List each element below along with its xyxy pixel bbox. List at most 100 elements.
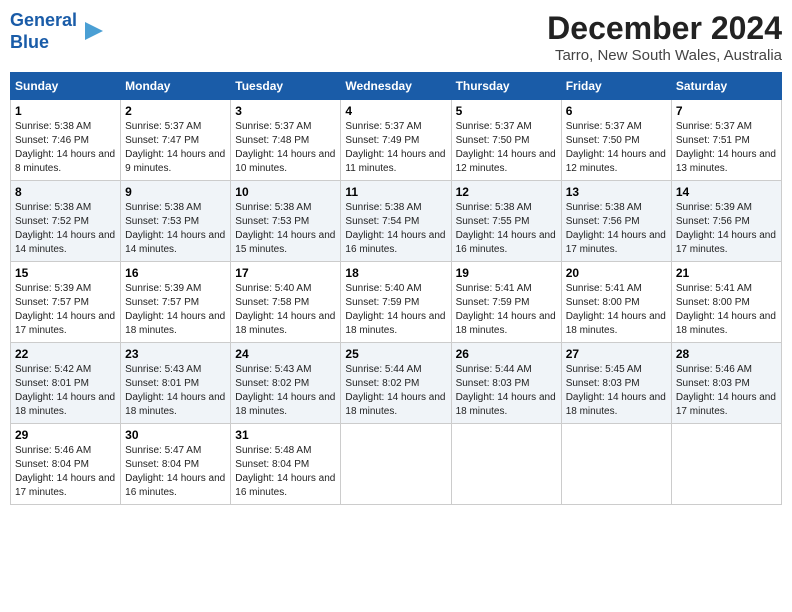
day-number: 22 — [15, 347, 116, 361]
calendar-week-row: 22 Sunrise: 5:42 AMSunset: 8:01 PMDayligh… — [11, 343, 782, 424]
day-number: 30 — [125, 428, 226, 442]
day-number: 11 — [345, 185, 446, 199]
day-number: 21 — [676, 266, 777, 280]
day-info: Sunrise: 5:38 AMSunset: 7:53 PMDaylight:… — [125, 201, 226, 257]
day-info: Sunrise: 5:37 AMSunset: 7:49 PMDaylight:… — [345, 120, 446, 176]
table-row: 18 Sunrise: 5:40 AMSunset: 7:59 PMDayligh… — [341, 262, 451, 343]
logo: GeneralBlue — [10, 10, 105, 53]
day-number: 12 — [456, 185, 557, 199]
table-row: 26Sunrise: 5:44 AMSunset: 8:03 PMDayligh… — [451, 343, 561, 424]
table-row: 29 Sunrise: 5:46 AMSunset: 8:04 PMDayligh… — [11, 424, 121, 505]
day-number: 7 — [676, 104, 777, 118]
day-number: 5 — [456, 104, 557, 118]
table-row: 17 Sunrise: 5:40 AMSunset: 7:58 PMDayligh… — [231, 262, 341, 343]
day-info: Sunrise: 5:37 AMSunset: 7:47 PMDaylight:… — [125, 120, 226, 176]
table-row: 8 Sunrise: 5:38 AMSunset: 7:52 PMDaylight… — [11, 181, 121, 262]
table-row: 6 Sunrise: 5:37 AMSunset: 7:50 PMDaylight… — [561, 100, 671, 181]
table-row: 22 Sunrise: 5:42 AMSunset: 8:01 PMDayligh… — [11, 343, 121, 424]
day-number: 19 — [456, 266, 557, 280]
table-row: 13Sunrise: 5:38 AMSunset: 7:56 PMDayligh… — [561, 181, 671, 262]
table-row: 5 Sunrise: 5:37 AMSunset: 7:50 PMDaylight… — [451, 100, 561, 181]
day-info: Sunrise: 5:41 AMSunset: 7:59 PMDaylight:… — [456, 282, 557, 338]
calendar-week-row: 8 Sunrise: 5:38 AMSunset: 7:52 PMDaylight… — [11, 181, 782, 262]
logo-arrow-icon — [83, 20, 105, 42]
page-header: GeneralBlue December 2024 Tarro, New Sou… — [10, 10, 782, 64]
day-info: Sunrise: 5:43 AMSunset: 8:02 PMDaylight:… — [235, 363, 336, 419]
table-row — [341, 424, 451, 505]
table-row: 12 Sunrise: 5:38 AMSunset: 7:55 PMDayligh… — [451, 181, 561, 262]
day-info: Sunrise: 5:40 AMSunset: 7:59 PMDaylight:… — [345, 282, 446, 338]
col-monday: Monday — [121, 73, 231, 100]
day-info: Sunrise: 5:38 AMSunset: 7:46 PMDaylight:… — [15, 120, 116, 176]
table-row: 14Sunrise: 5:39 AMSunset: 7:56 PMDayligh… — [671, 181, 781, 262]
table-row: 15Sunrise: 5:39 AMSunset: 7:57 PMDayligh… — [11, 262, 121, 343]
table-row: 2 Sunrise: 5:37 AMSunset: 7:47 PMDaylight… — [121, 100, 231, 181]
day-info: Sunrise: 5:43 AMSunset: 8:01 PMDaylight:… — [125, 363, 226, 419]
table-row: 27 Sunrise: 5:45 AMSunset: 8:03 PMDayligh… — [561, 343, 671, 424]
table-row: 4 Sunrise: 5:37 AMSunset: 7:49 PMDaylight… — [341, 100, 451, 181]
day-info: Sunrise: 5:39 AMSunset: 7:57 PMDaylight:… — [125, 282, 226, 338]
day-number: 29 — [15, 428, 116, 442]
calendar-table: Sunday Monday Tuesday Wednesday Thursday… — [10, 72, 782, 505]
table-row — [561, 424, 671, 505]
day-info: Sunrise: 5:38 AMSunset: 7:55 PMDaylight:… — [456, 201, 557, 257]
table-row: 9Sunrise: 5:38 AMSunset: 7:53 PMDaylight… — [121, 181, 231, 262]
table-row: 10Sunrise: 5:38 AMSunset: 7:53 PMDayligh… — [231, 181, 341, 262]
day-number: 17 — [235, 266, 336, 280]
day-number: 4 — [345, 104, 446, 118]
day-info: Sunrise: 5:38 AMSunset: 7:54 PMDaylight:… — [345, 201, 446, 257]
day-number: 26 — [456, 347, 557, 361]
col-sunday: Sunday — [11, 73, 121, 100]
day-info: Sunrise: 5:37 AMSunset: 7:48 PMDaylight:… — [235, 120, 336, 176]
month-title: December 2024 — [547, 10, 782, 47]
day-number: 8 — [15, 185, 116, 199]
day-number: 23 — [125, 347, 226, 361]
col-thursday: Thursday — [451, 73, 561, 100]
day-info: Sunrise: 5:37 AMSunset: 7:50 PMDaylight:… — [566, 120, 667, 176]
table-row: 1 Sunrise: 5:38 AMSunset: 7:46 PMDaylight… — [11, 100, 121, 181]
day-info: Sunrise: 5:37 AMSunset: 7:51 PMDaylight:… — [676, 120, 777, 176]
table-row: 24Sunrise: 5:43 AMSunset: 8:02 PMDayligh… — [231, 343, 341, 424]
day-info: Sunrise: 5:41 AMSunset: 8:00 PMDaylight:… — [676, 282, 777, 338]
day-info: Sunrise: 5:38 AMSunset: 7:52 PMDaylight:… — [15, 201, 116, 257]
day-number: 25 — [345, 347, 446, 361]
day-number: 20 — [566, 266, 667, 280]
day-info: Sunrise: 5:47 AMSunset: 8:04 PMDaylight:… — [125, 444, 226, 500]
table-row: 11 Sunrise: 5:38 AMSunset: 7:54 PMDayligh… — [341, 181, 451, 262]
day-number: 18 — [345, 266, 446, 280]
table-row: 7 Sunrise: 5:37 AMSunset: 7:51 PMDaylight… — [671, 100, 781, 181]
day-info: Sunrise: 5:42 AMSunset: 8:01 PMDaylight:… — [15, 363, 116, 419]
table-row — [671, 424, 781, 505]
day-number: 28 — [676, 347, 777, 361]
day-info: Sunrise: 5:45 AMSunset: 8:03 PMDaylight:… — [566, 363, 667, 419]
table-row: 19 Sunrise: 5:41 AMSunset: 7:59 PMDayligh… — [451, 262, 561, 343]
day-number: 13 — [566, 185, 667, 199]
day-number: 3 — [235, 104, 336, 118]
calendar-week-row: 15 Sunrise: 5:39 AMSunset: 7:57 PMDayligh… — [11, 262, 782, 343]
day-number: 27 — [566, 347, 667, 361]
logo-text: GeneralBlue — [10, 10, 77, 53]
col-friday: Friday — [561, 73, 671, 100]
day-info: Sunrise: 5:40 AMSunset: 7:58 PMDaylight:… — [235, 282, 336, 338]
day-number: 10 — [235, 185, 336, 199]
col-wednesday: Wednesday — [341, 73, 451, 100]
table-row: 23 Sunrise: 5:43 AMSunset: 8:01 PMDayligh… — [121, 343, 231, 424]
table-row: 25Sunrise: 5:44 AMSunset: 8:02 PMDayligh… — [341, 343, 451, 424]
table-row: 30 Sunrise: 5:47 AMSunset: 8:04 PMDayligh… — [121, 424, 231, 505]
day-info: Sunrise: 5:39 AMSunset: 7:56 PMDaylight:… — [676, 201, 777, 257]
table-row: 20Sunrise: 5:41 AMSunset: 8:00 PMDayligh… — [561, 262, 671, 343]
day-info: Sunrise: 5:37 AMSunset: 7:50 PMDaylight:… — [456, 120, 557, 176]
day-number: 6 — [566, 104, 667, 118]
day-info: Sunrise: 5:46 AMSunset: 8:04 PMDaylight:… — [15, 444, 116, 500]
table-row: 28Sunrise: 5:46 AMSunset: 8:03 PMDayligh… — [671, 343, 781, 424]
day-info: Sunrise: 5:48 AMSunset: 8:04 PMDaylight:… — [235, 444, 336, 500]
table-row — [451, 424, 561, 505]
table-row: 16Sunrise: 5:39 AMSunset: 7:57 PMDayligh… — [121, 262, 231, 343]
calendar-week-row: 29 Sunrise: 5:46 AMSunset: 8:04 PMDayligh… — [11, 424, 782, 505]
location: Tarro, New South Wales, Australia — [547, 47, 782, 64]
day-number: 1 — [15, 104, 116, 118]
table-row: 31Sunrise: 5:48 AMSunset: 8:04 PMDayligh… — [231, 424, 341, 505]
day-number: 2 — [125, 104, 226, 118]
calendar-header-row: Sunday Monday Tuesday Wednesday Thursday… — [11, 73, 782, 100]
day-number: 15 — [15, 266, 116, 280]
